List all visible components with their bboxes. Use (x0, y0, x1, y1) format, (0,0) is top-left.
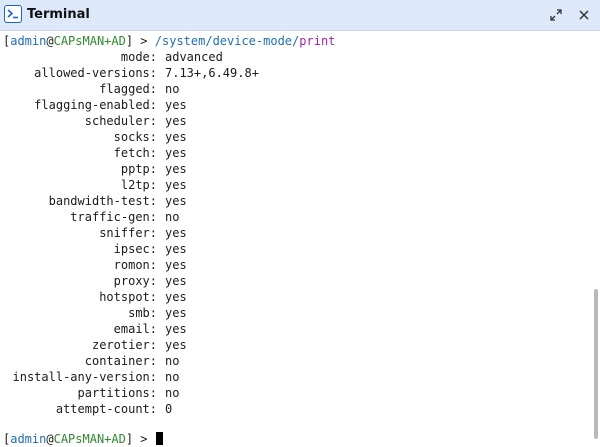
command-line: [admin@CAPsMAN+AD] > /system/device-mode… (3, 33, 335, 49)
terminal-window: Terminal [admin@CAPsMAN+AD] > /system/de… (0, 0, 600, 447)
prompt-host: CAPsMAN+AD (53, 34, 126, 48)
text-cursor (155, 432, 163, 445)
output-value: yes (165, 178, 187, 192)
output-key: smb: (128, 306, 157, 320)
output-row: proxy: yes (0, 273, 560, 289)
output-row: zerotier: yes (0, 337, 560, 353)
output-row: ipsec: yes (0, 241, 560, 257)
output-row: socks: yes (0, 129, 560, 145)
output-row: smb: yes (0, 305, 560, 321)
prompt-at: @ (46, 432, 54, 446)
output-value: yes (165, 258, 187, 272)
output-key: socks: (113, 130, 157, 144)
output-key: bandwidth-test: (48, 194, 157, 208)
output-row: pptp: yes (0, 161, 560, 177)
close-button[interactable] (576, 7, 592, 23)
prompt-at: @ (46, 34, 54, 48)
command-path: /system/device-mode/ (154, 34, 300, 48)
command-verb: print (299, 34, 336, 48)
prompt-arrow: > (133, 34, 155, 48)
output-value: yes (165, 306, 187, 320)
output-value: yes (165, 146, 187, 160)
output-value: no (165, 354, 180, 368)
output-value: yes (165, 162, 187, 176)
output-row: sniffer: yes (0, 225, 560, 241)
input-line[interactable]: [admin@CAPsMAN+AD] > (3, 431, 163, 447)
output-value: yes (165, 274, 187, 288)
output-row: scheduler: yes (0, 113, 560, 129)
output-value: yes (165, 114, 187, 128)
restore-button[interactable] (548, 7, 564, 23)
output-key: attempt-count: (55, 402, 157, 416)
output-key: email: (113, 322, 157, 336)
output-value: 0 (165, 402, 173, 416)
output-row: traffic-gen: no (0, 209, 560, 225)
output-row: attempt-count: 0 (0, 401, 560, 417)
output-value: yes (165, 290, 187, 304)
output-key: fetch: (113, 146, 157, 160)
output-row: l2tp: yes (0, 177, 560, 193)
output-row: hotspot: yes (0, 289, 560, 305)
output-key: allowed-versions: (34, 66, 157, 80)
output-row: fetch: yes (0, 145, 560, 161)
output-row: romon: yes (0, 257, 560, 273)
output-key: pptp: (120, 162, 157, 176)
output-value: yes (165, 226, 187, 240)
output-value: no (165, 370, 180, 384)
prompt-bracket-close: ] (125, 34, 134, 48)
output-row: bandwidth-test: yes (0, 193, 560, 209)
output-key: proxy: (113, 274, 157, 288)
output-key: ipsec: (113, 242, 157, 256)
prompt-user: admin (10, 432, 47, 446)
output-key: flagging-enabled: (34, 98, 157, 112)
output-key: romon: (113, 258, 157, 272)
output-value: yes (165, 338, 187, 352)
output-value: yes (165, 242, 187, 256)
output-row: email: yes (0, 321, 560, 337)
output-key: hotspot: (99, 290, 157, 304)
output-row: allowed-versions: 7.13+,6.49.8+ (0, 65, 560, 81)
output-key: sniffer: (99, 226, 157, 240)
output-key: zerotier: (91, 338, 157, 352)
output-row: partitions: no (0, 385, 560, 401)
output-value: yes (165, 130, 187, 144)
prompt-bracket-close: ] (125, 432, 134, 446)
output-value: no (165, 82, 180, 96)
output-key: container: (84, 354, 157, 368)
output-value: no (165, 210, 180, 224)
output-row: container: no (0, 353, 560, 369)
terminal-output[interactable]: [admin@CAPsMAN+AD] > /system/device-mode… (0, 31, 592, 447)
prompt-arrow: > (133, 432, 155, 446)
output-value: no (165, 386, 180, 400)
output-value: yes (165, 322, 187, 336)
output-key: flagged: (99, 82, 157, 96)
output-value: yes (165, 194, 187, 208)
output-row: flagged: no (0, 81, 560, 97)
output-key: traffic-gen: (70, 210, 157, 224)
output-key: mode: (120, 50, 157, 64)
output-key: l2tp: (120, 178, 157, 192)
output-row: install-any-version: no (0, 369, 560, 385)
title-bar[interactable]: Terminal (0, 0, 600, 31)
prompt-user: admin (10, 34, 47, 48)
output-row: flagging-enabled: yes (0, 97, 560, 113)
vertical-scrollbar[interactable] (592, 31, 600, 447)
output-row: mode: advanced (0, 49, 560, 65)
window-title: Terminal (27, 7, 90, 22)
output-value: yes (165, 98, 187, 112)
output-value: advanced (165, 50, 223, 64)
restore-arrows-icon (548, 7, 564, 23)
close-icon (576, 7, 592, 23)
prompt-host: CAPsMAN+AD (53, 432, 126, 446)
output-value: 7.13+,6.49.8+ (165, 66, 259, 80)
scrollbar-thumb[interactable] (594, 289, 598, 439)
output-key: install-any-version: (12, 370, 158, 384)
terminal-prompt-icon (4, 5, 22, 23)
output-key: scheduler: (84, 114, 157, 128)
output-key: partitions: (77, 386, 157, 400)
